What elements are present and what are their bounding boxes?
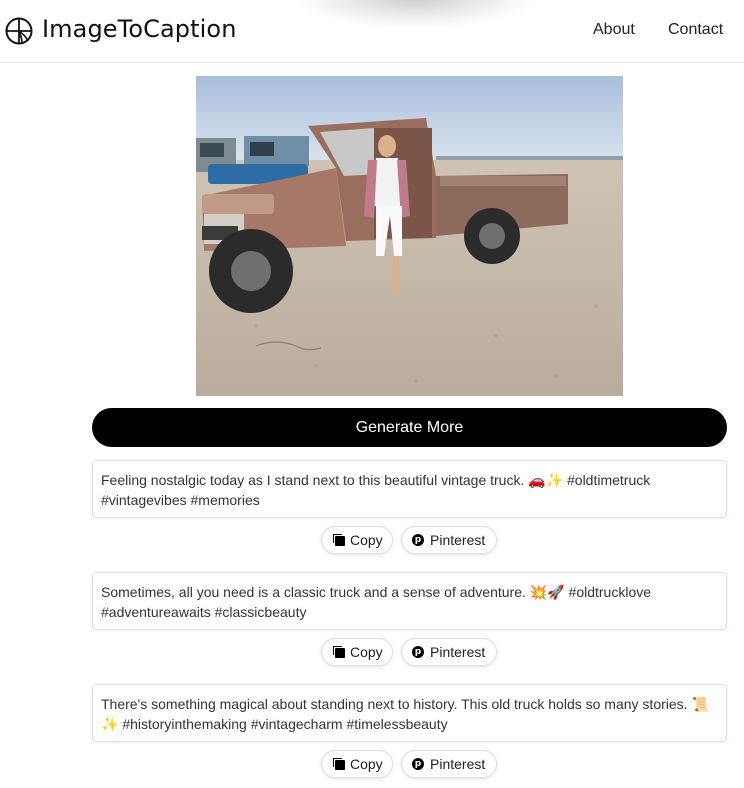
caption-actions: Copy p Pinterest	[0, 750, 744, 780]
pinterest-icon: p	[412, 758, 424, 770]
pinterest-button[interactable]: p Pinterest	[401, 526, 497, 554]
pinterest-label: Pinterest	[430, 756, 486, 772]
header-glow	[290, 0, 540, 30]
caption-actions: Copy p Pinterest	[0, 638, 744, 668]
copy-label: Copy	[350, 532, 383, 548]
pinterest-button[interactable]: p Pinterest	[401, 638, 497, 666]
copy-icon	[333, 646, 345, 658]
caption-card: Feeling nostalgic today as I stand next …	[92, 460, 727, 518]
caption-text[interactable]: There's something magical about standing…	[101, 696, 709, 732]
nav-contact-link[interactable]: Contact	[668, 21, 723, 39]
nav-about-link[interactable]: About	[593, 21, 635, 39]
copy-icon	[333, 534, 345, 546]
pinterest-label: Pinterest	[430, 644, 486, 660]
caption-text[interactable]: Feeling nostalgic today as I stand next …	[101, 472, 650, 508]
generate-more-button[interactable]: Generate More	[92, 408, 727, 447]
pinterest-button[interactable]: p Pinterest	[401, 750, 497, 778]
copy-button[interactable]: Copy	[321, 526, 393, 554]
site-header: ImageToCaption About Contact	[0, 0, 744, 63]
copy-label: Copy	[350, 644, 383, 660]
caption-card: There's something magical about standing…	[92, 684, 727, 742]
caption-actions: Copy p Pinterest	[0, 526, 744, 556]
pinterest-icon: p	[412, 534, 424, 546]
uploaded-photo	[196, 76, 623, 396]
pinterest-label: Pinterest	[430, 532, 486, 548]
globe-logo-icon[interactable]	[5, 17, 33, 45]
pinterest-icon: p	[412, 646, 424, 658]
brand-name[interactable]: ImageToCaption	[42, 15, 237, 43]
caption-card: Sometimes, all you need is a classic tru…	[92, 572, 727, 630]
copy-icon	[333, 758, 345, 770]
copy-label: Copy	[350, 756, 383, 772]
copy-button[interactable]: Copy	[321, 638, 393, 666]
copy-button[interactable]: Copy	[321, 750, 393, 778]
caption-text[interactable]: Sometimes, all you need is a classic tru…	[101, 584, 651, 620]
